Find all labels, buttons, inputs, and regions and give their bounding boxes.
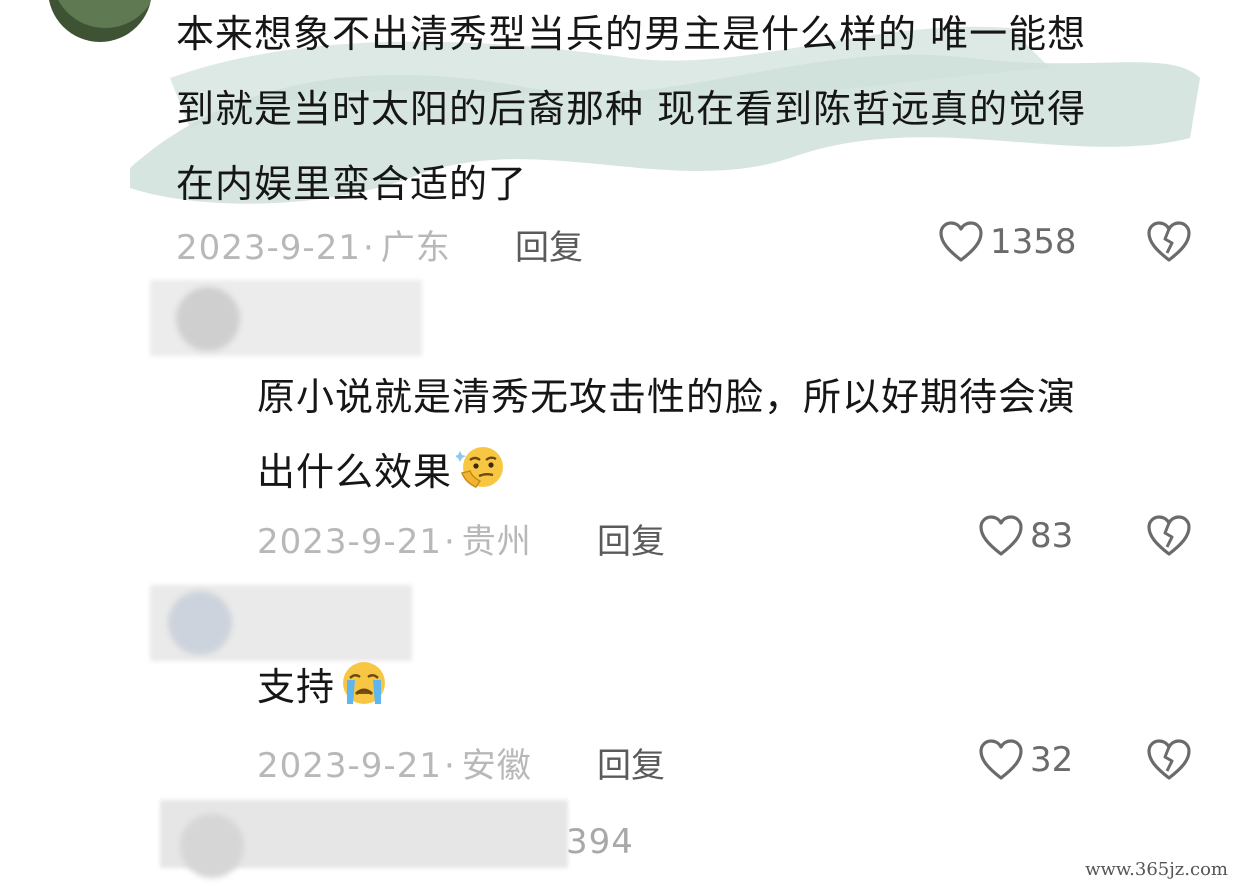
reply-button[interactable]: 回复 bbox=[515, 220, 583, 269]
thinking-face-emoji bbox=[456, 447, 504, 488]
heart-icon bbox=[979, 739, 1023, 780]
like-button[interactable]: 83 bbox=[978, 514, 1073, 558]
avatar[interactable] bbox=[180, 814, 244, 878]
meta-separator: · bbox=[443, 522, 456, 562]
avatar[interactable] bbox=[48, 0, 152, 42]
comment-date: 2023-9-21 bbox=[176, 228, 361, 268]
comment-line: 出什么效果 bbox=[257, 435, 1217, 510]
heart-icon bbox=[979, 515, 1023, 556]
comment-line-text: 出什么效果 bbox=[257, 450, 453, 494]
comment-line-text: 支持 bbox=[257, 665, 336, 709]
comment-text: 本来想象不出清秀型当兵的男主是什么样的 唯一能想 到就是当时太阳的后裔那种 现在… bbox=[176, 0, 1206, 222]
heart-icon bbox=[939, 221, 983, 262]
comment-location: 贵州 bbox=[461, 522, 532, 562]
comment-line: 本来想象不出清秀型当兵的男主是什么样的 唯一能想 bbox=[176, 12, 1087, 56]
like-count: 83 bbox=[1030, 516, 1074, 556]
broken-heart-icon bbox=[1147, 739, 1191, 780]
comment-meta: 2023-9-21· 贵州 bbox=[257, 514, 532, 563]
crying-face-emoji bbox=[343, 662, 386, 704]
like-count: 1358 bbox=[990, 222, 1077, 262]
partial-count: 394 bbox=[566, 822, 634, 862]
broken-heart-icon bbox=[1147, 515, 1191, 556]
avatar[interactable] bbox=[176, 287, 240, 351]
watermark: www.365jz.com bbox=[1081, 857, 1232, 882]
dislike-button[interactable] bbox=[1146, 738, 1192, 782]
comment-line: 原小说就是清秀无攻击性的脸，所以好期待会演 bbox=[257, 375, 1077, 419]
comment-meta: 2023-9-21· 广东 bbox=[176, 220, 451, 269]
comment-location: 广东 bbox=[380, 228, 451, 268]
comment-line: 到就是当时太阳的后裔那种 现在看到陈哲远真的觉得 bbox=[176, 87, 1087, 131]
comment-meta: 2023-9-21· 安徽 bbox=[257, 738, 532, 787]
dislike-button[interactable] bbox=[1146, 220, 1192, 264]
comment-date: 2023-9-21 bbox=[257, 746, 442, 786]
like-button[interactable]: 1358 bbox=[938, 220, 1077, 264]
comment-location: 安徽 bbox=[461, 746, 532, 786]
meta-separator: · bbox=[443, 746, 456, 786]
avatar[interactable] bbox=[168, 591, 232, 655]
comment-date: 2023-9-21 bbox=[257, 522, 442, 562]
meta-separator: · bbox=[362, 228, 375, 268]
comment-text: 支持 bbox=[257, 650, 857, 725]
reply-button[interactable]: 回复 bbox=[597, 738, 665, 787]
comment-line: 支持 bbox=[257, 650, 857, 725]
comment-text: 原小说就是清秀无攻击性的脸，所以好期待会演 出什么效果 bbox=[257, 360, 1217, 510]
broken-heart-icon bbox=[1147, 221, 1191, 262]
like-button[interactable]: 32 bbox=[978, 738, 1073, 782]
dislike-button[interactable] bbox=[1146, 514, 1192, 558]
reply-button[interactable]: 回复 bbox=[597, 514, 665, 563]
comment-line: 在内娱里蛮合适的了 bbox=[176, 162, 528, 206]
like-count: 32 bbox=[1030, 740, 1074, 780]
